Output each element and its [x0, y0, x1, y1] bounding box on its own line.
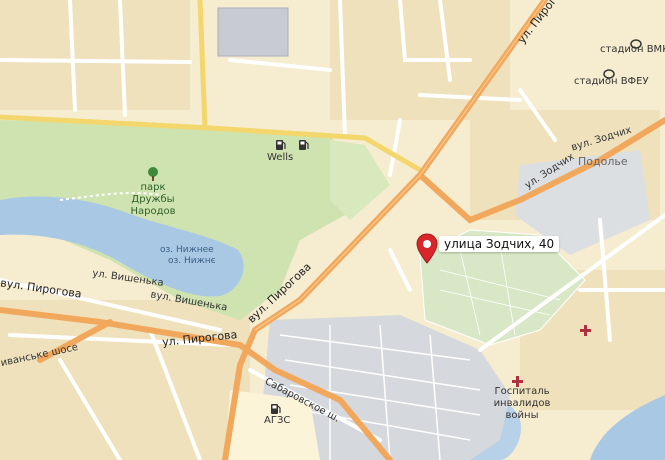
- map-canvas[interactable]: [0, 0, 665, 460]
- fuel-icon[interactable]: [298, 136, 309, 155]
- hospital-label: Госпиталь инвалидов войны: [493, 386, 551, 421]
- industrial-building: [217, 7, 289, 57]
- hospital-icon: [580, 321, 591, 340]
- park-label: парк Дружбы Народов: [130, 182, 176, 217]
- wells-label: Wells: [267, 152, 294, 163]
- district-label-podillia: Подолье: [578, 155, 628, 168]
- map-pin-icon[interactable]: [416, 233, 438, 269]
- stadium-vmk-label: стадион ВМК: [600, 44, 665, 55]
- azs-label: АГЗС: [264, 415, 291, 426]
- lake-label: оз. Нижнее: [160, 245, 214, 255]
- marker-address-label[interactable]: улица Зодчих, 40: [439, 236, 560, 252]
- stadium-vfeu-label: стадион ВФЕУ: [574, 76, 649, 87]
- map-view[interactable]: ул. Пирогова вул. Пирогова вул. Пирогова…: [0, 0, 665, 460]
- lake-label-ua: оз. Нижнє: [168, 256, 216, 266]
